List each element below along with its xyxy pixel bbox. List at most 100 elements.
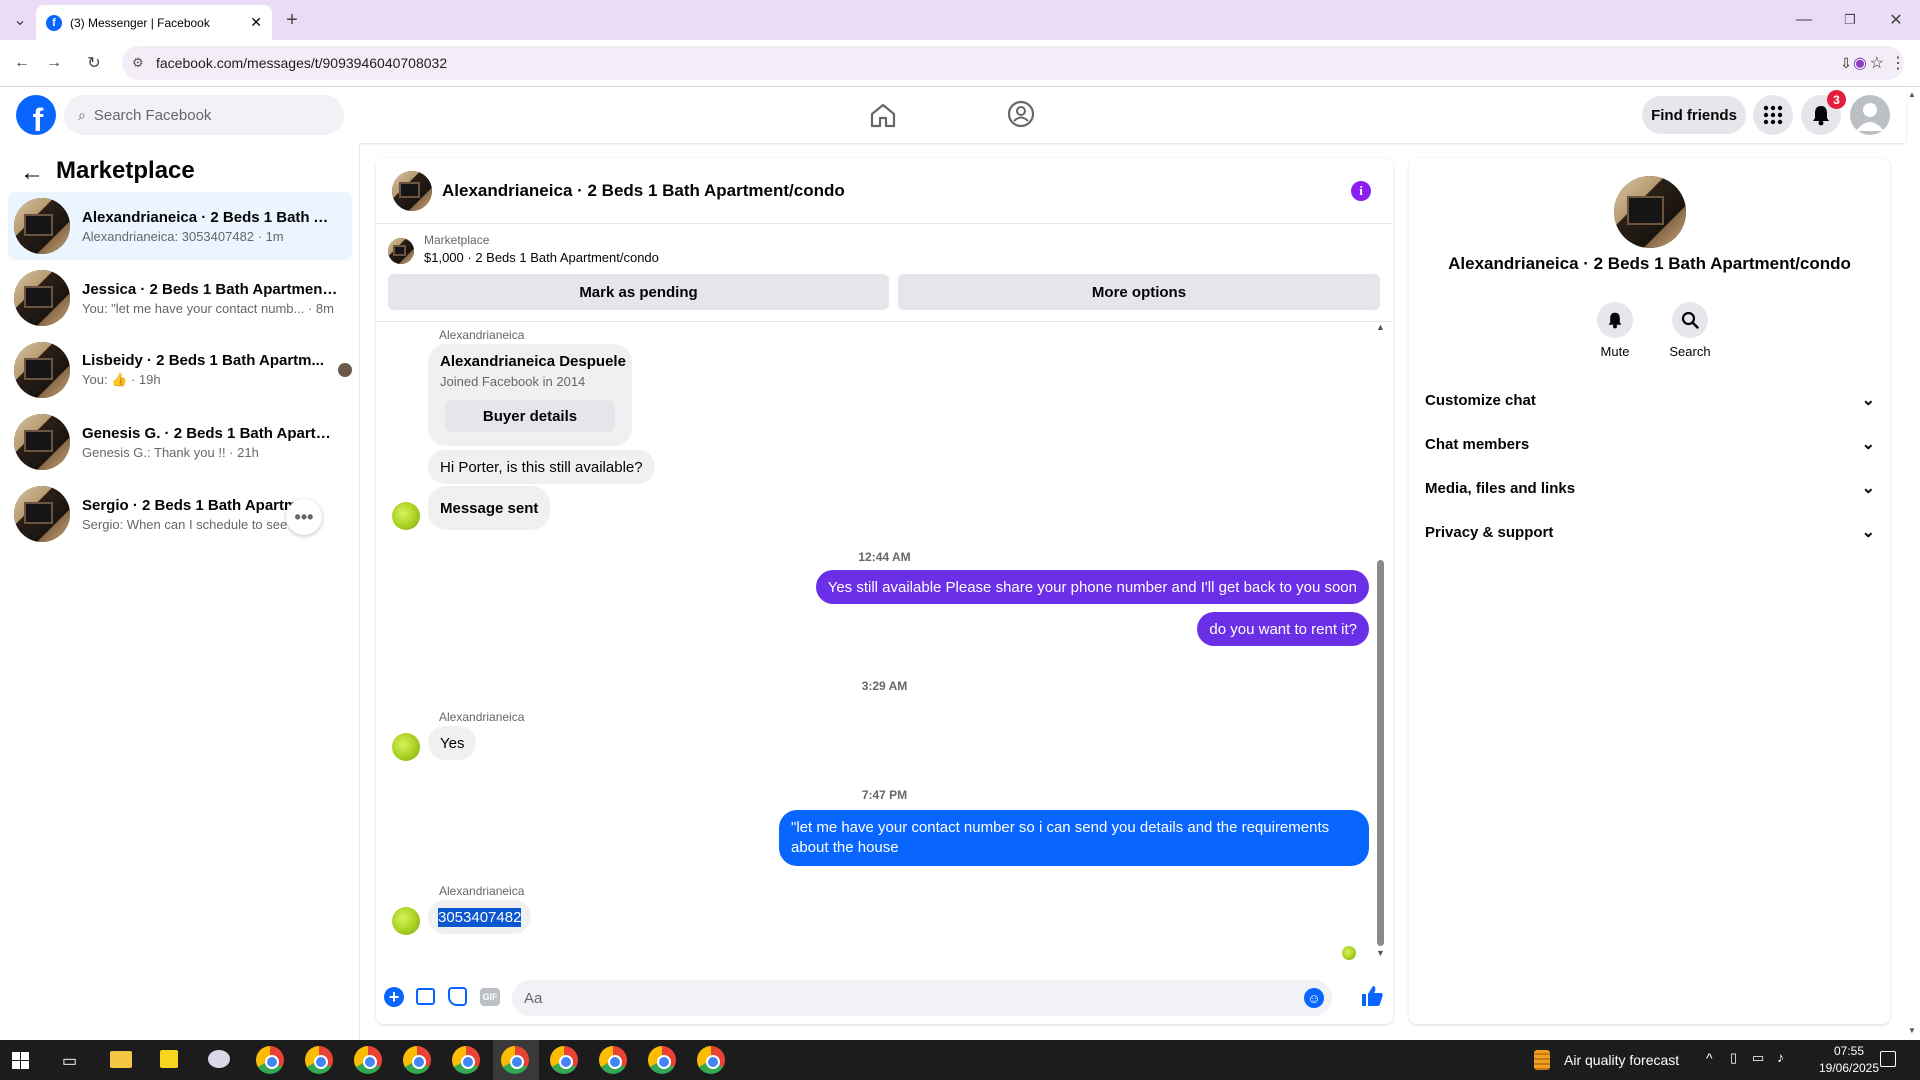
chrome-taskbar-icon[interactable] <box>305 1046 333 1074</box>
weather-icon[interactable] <box>1534 1050 1550 1070</box>
scrollbar-down-icon[interactable]: ▼ <box>1376 948 1385 958</box>
listing-thumbnail <box>14 198 70 254</box>
profile-icon[interactable]: ◉ <box>1846 49 1874 77</box>
incoming-message: Hi Porter, is this still available? <box>428 450 655 484</box>
home-icon[interactable] <box>868 101 898 129</box>
chrome-taskbar-icon[interactable] <box>403 1046 431 1074</box>
close-tab-icon[interactable]: ✕ <box>250 14 262 31</box>
browser-menu-icon[interactable]: ⋮ <box>1884 49 1912 77</box>
windows-taskbar: ▭ Air quality forecast ^ ▯ ▭ ♪ 07:55 19/… <box>0 1040 1920 1080</box>
back-arrow-icon[interactable]: ← <box>20 159 44 187</box>
chrome-taskbar-icon[interactable] <box>354 1046 382 1074</box>
tray-device-icon[interactable]: ▯ <box>1730 1050 1737 1066</box>
facebook-header: f ⌕ Search Facebook Find friends 3 <box>0 87 1906 143</box>
account-avatar-icon[interactable] <box>1850 95 1890 135</box>
chat-members-section[interactable]: Chat members ⌄ <box>1425 426 1875 462</box>
conversation-title: Jessica · 2 Beds 1 Bath Apartment/... <box>82 280 338 298</box>
mark-as-pending-button[interactable]: Mark as pending <box>388 274 889 310</box>
chrome-taskbar-icon[interactable] <box>452 1046 480 1074</box>
sender-avatar[interactable] <box>392 907 420 935</box>
clock-date[interactable]: 19/06/2025 <box>1816 1061 1882 1075</box>
chrome-taskbar-icon[interactable] <box>550 1046 578 1074</box>
sender-name: Alexandrianeica <box>439 328 525 342</box>
gif-icon[interactable]: GIF <box>480 988 500 1006</box>
chrome-taskbar-icon[interactable] <box>697 1046 725 1074</box>
buyer-details-button[interactable]: Buyer details <box>445 400 615 432</box>
tab-list-chevron-icon[interactable]: ⌄ <box>6 6 34 34</box>
sender-avatar[interactable] <box>392 733 420 761</box>
chat-thumbnail[interactable] <box>392 170 432 211</box>
more-options-label: More options <box>1091 283 1187 301</box>
scrollbar-up-icon[interactable]: ▲ <box>1376 322 1385 332</box>
timestamp: 7:47 PM <box>861 788 908 802</box>
tab-title: (3) Messenger | Facebook <box>70 15 210 30</box>
task-view-icon[interactable]: ▭ <box>62 1051 77 1071</box>
conversation-preview: Alexandrianeica: 3053407482 · 1m <box>82 228 284 244</box>
facebook-logo-icon[interactable]: f <box>16 95 56 135</box>
message-list: Alexandrianeica Alexandrianeica Despuele… <box>376 322 1393 962</box>
section-label: Media, files and links <box>1425 479 1576 497</box>
url-field[interactable]: ⚙ facebook.com/messages/t/90939460407080… <box>122 46 1904 80</box>
chrome-taskbar-icon-active[interactable] <box>501 1046 529 1074</box>
chrome-taskbar-icon[interactable] <box>256 1046 284 1074</box>
find-friends-label: Find friends <box>1651 106 1737 124</box>
chat-title[interactable]: Alexandrianeica · 2 Beds 1 Bath Apartmen… <box>442 181 845 201</box>
minimize-icon[interactable]: — <box>1790 6 1818 34</box>
conversation-item[interactable]: Genesis G. · 2 Beds 1 Bath Apartm... Gene… <box>8 408 352 476</box>
info-icon[interactable]: i <box>1351 181 1371 201</box>
mute-bell-icon <box>1597 302 1633 338</box>
customize-chat-section[interactable]: Customize chat ⌄ <box>1425 382 1875 418</box>
conversation-preview: You: 👍 · 19h <box>82 372 161 387</box>
page-scrollbar-down-icon[interactable]: ▼ <box>1908 1026 1916 1035</box>
conversation-options-icon[interactable]: ••• <box>286 499 322 535</box>
search-conversation-button[interactable]: Search <box>1663 302 1717 359</box>
sender-avatar[interactable] <box>392 502 420 530</box>
conversation-item[interactable]: Jessica · 2 Beds 1 Bath Apartment/... You… <box>8 264 352 332</box>
scrollbar-thumb[interactable] <box>1377 560 1384 946</box>
find-friends-button[interactable]: Find friends <box>1642 96 1746 134</box>
network-icon[interactable]: ▭ <box>1752 1050 1764 1066</box>
emoji-icon[interactable]: ☺ <box>1304 988 1324 1008</box>
restore-icon[interactable]: ❐ <box>1836 6 1864 34</box>
incoming-message: Message sent <box>428 486 551 530</box>
sticker-icon[interactable] <box>448 987 467 1006</box>
media-files-links-section[interactable]: Media, files and links ⌄ <box>1425 470 1875 506</box>
section-label: Chat members <box>1425 435 1530 453</box>
forward-icon[interactable]: → <box>40 49 68 77</box>
volume-icon[interactable]: ♪ <box>1777 1049 1784 1065</box>
facebook-search-input[interactable]: ⌕ Search Facebook <box>64 95 344 135</box>
clock-time[interactable]: 07:55 <box>1816 1044 1882 1058</box>
notification-center-icon[interactable] <box>1880 1051 1896 1067</box>
back-icon[interactable]: ← <box>8 49 36 77</box>
groups-icon[interactable] <box>1006 99 1036 129</box>
photo-icon[interactable] <box>416 988 435 1005</box>
tray-chevron-up-icon[interactable]: ^ <box>1706 1050 1713 1066</box>
chrome-taskbar-icon[interactable] <box>648 1046 676 1074</box>
sticky-notes-icon[interactable] <box>160 1050 178 1068</box>
page-scrollbar-up-icon[interactable]: ▲ <box>1908 90 1916 99</box>
windows-start-icon[interactable] <box>12 1052 29 1069</box>
message-input[interactable]: Aa ☺ <box>512 980 1332 1016</box>
privacy-support-section[interactable]: Privacy & support ⌄ <box>1425 514 1875 550</box>
chrome-taskbar-icon[interactable] <box>599 1046 627 1074</box>
reload-icon[interactable]: ↻ <box>80 49 108 77</box>
conversation-item[interactable]: Alexandrianeica · 2 Beds 1 Bath Ap... Ale… <box>8 192 352 260</box>
conversation-details-panel: Alexandrianeica · 2 Beds 1 Bath Apartmen… <box>1409 158 1890 1024</box>
app-icon[interactable] <box>208 1050 230 1068</box>
buyer-name: Alexandrianeica Despuele <box>440 353 626 370</box>
conversation-item[interactable]: Lisbeidy · 2 Beds 1 Bath Apartm... You: 👍… <box>8 336 352 404</box>
menu-grid-icon[interactable] <box>1753 95 1793 135</box>
file-explorer-icon[interactable] <box>110 1051 132 1068</box>
listing-detail[interactable]: $1,000 · 2 Beds 1 Bath Apartment/condo <box>424 250 659 265</box>
thumbs-up-icon[interactable] <box>1360 984 1384 1008</box>
mute-button[interactable]: Mute <box>1593 302 1637 359</box>
close-window-icon[interactable]: ✕ <box>1882 6 1910 34</box>
sender-name: Alexandrianeica <box>439 884 525 898</box>
weather-text[interactable]: Air quality forecast <box>1564 1052 1679 1068</box>
site-info-icon[interactable]: ⚙ <box>132 55 144 71</box>
more-options-button[interactable]: More options <box>898 274 1380 310</box>
add-attachment-icon[interactable]: + <box>384 987 404 1007</box>
search-icon <box>1672 302 1708 338</box>
new-tab-icon[interactable]: + <box>278 6 306 34</box>
browser-tab[interactable]: f (3) Messenger | Facebook ✕ <box>36 5 272 40</box>
